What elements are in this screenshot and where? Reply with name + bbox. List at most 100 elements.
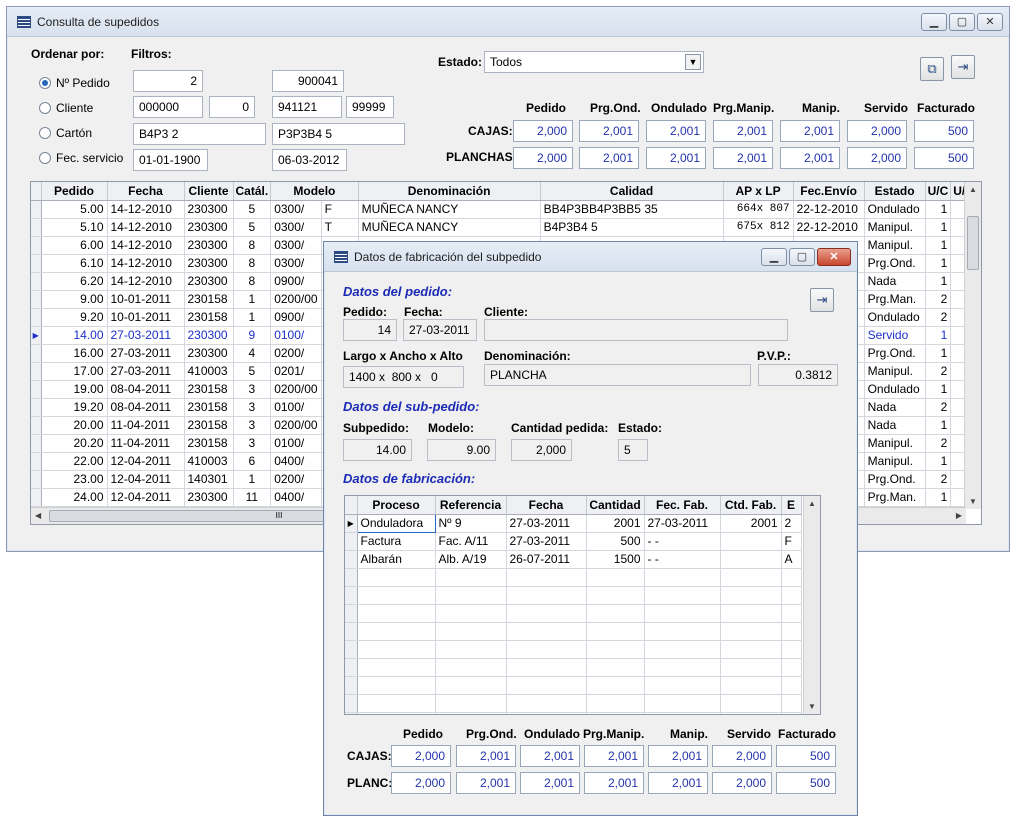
table-cell: 3 [233,398,272,417]
table-row[interactable]: 5.00 14-12-2010 230300 5 0300/F MUÑECA NANCY B… [31,200,977,219]
table-cell: 0300/ [270,236,322,255]
ordenar-label: Ordenar por: [31,47,105,61]
column-header[interactable]: Pedido [41,182,108,201]
column-header[interactable]: Cliente [184,182,234,201]
column-header[interactable]: Catál. [233,182,272,201]
radio-carton[interactable]: Cartón [39,126,92,140]
cliente-a-input[interactable]: 000000 [133,96,203,118]
minimize-button[interactable]: ▁ [761,247,787,266]
exit-door-icon[interactable]: ⇥ [810,288,834,312]
table-row[interactable]: Factura Fac. A/11 27-03-2011 500- - F [345,532,802,551]
cliente-b-input[interactable]: 0 [209,96,255,118]
radio-cliente[interactable]: Cliente [39,101,93,115]
scroll-down-icon: ▼ [808,702,816,711]
table-cell: 230300 [184,254,234,273]
table-cell: 230300 [184,236,234,255]
fecha-from-input[interactable]: 01-01-1900 [133,149,208,171]
table-cell [506,586,587,605]
table-cell [435,604,507,623]
carton-to-input[interactable]: P3P3B4 5 [272,123,405,145]
minimize-button[interactable]: ▁ [921,12,947,31]
cliente-d-input[interactable]: 99999 [346,96,394,118]
table-cell [781,586,802,605]
dt-planc-pedido: 2,000 [391,772,451,794]
pedidos-vscroll[interactable]: ▲ ▼ [964,182,981,509]
column-header[interactable]: U/C [925,182,952,201]
column-header[interactable]: Cantidad [586,496,645,515]
fecha-to-input[interactable]: 06-03-2012 [272,149,347,171]
cliente-field [484,319,788,341]
table-cell: 5 [233,218,272,237]
column-header[interactable]: Fec. Fab. [644,496,721,515]
column-header[interactable]: Modelo [270,182,359,201]
table-cell: 2 [925,290,952,309]
scroll-right-icon: ▶ [955,511,962,520]
cajas-manip: 2,001 [780,120,840,142]
table-cell: Fac. A/11 [435,532,507,551]
maximize-button[interactable]: ▢ [949,12,975,31]
new-window-icon[interactable]: ⧉ [920,57,944,81]
tot-h-ondulado: Ondulado [651,101,707,115]
estado-select[interactable]: Todos ▼ [484,51,704,73]
table-row[interactable]: 5.10 14-12-2010 230300 5 0300/T MUÑECA NANCY B… [31,218,977,237]
table-cell [781,604,802,623]
table-cell: 0100/ [270,434,322,453]
exit-door-icon[interactable]: ⇥ [951,55,975,79]
close-button[interactable]: ✕ [977,12,1003,31]
radio-pedido[interactable]: Nº Pedido [39,76,110,90]
estado-label: Estado: [438,55,483,69]
close-button[interactable]: ✕ [817,247,851,266]
fabricacion-vscroll[interactable]: ▲ ▼ [803,496,820,714]
column-header[interactable]: Proceso [357,496,436,515]
empty-row [345,622,802,641]
column-header[interactable]: Denominación [358,182,541,201]
column-header[interactable]: AP x LP [723,182,794,201]
column-header[interactable]: Referencia [435,496,507,515]
empty-row [345,568,802,587]
table-cell: 230300 [184,344,234,363]
column-header[interactable]: E [781,496,802,515]
table-cell [644,694,721,713]
table-cell: 14.00 [41,326,108,345]
table-cell [720,568,782,587]
radio-fec-servicio[interactable]: Fec. servicio [39,151,123,165]
row-indicator [31,452,42,471]
table-cell: Nada [864,398,926,417]
table-cell: 230158 [184,416,234,435]
section-datos-fabricacion: Datos de fabricación: [343,471,476,486]
table-cell: 9.20 [41,308,108,327]
table-cell [781,658,802,677]
table-cell: 5 [233,200,272,219]
column-header[interactable]: Ctd. Fab. [720,496,782,515]
cajas-servido: 2,000 [847,120,907,142]
column-header[interactable]: Calidad [540,182,724,201]
table-row[interactable]: Albarán Alb. A/19 26-07-2011 1500- - A [345,550,802,569]
planchas-prgmanip: 2,001 [713,147,773,169]
column-header[interactable]: Fec.Envío [793,182,865,201]
table-cell [506,568,587,587]
column-header[interactable]: Fecha [506,496,587,515]
modelo-field: 9.00 [427,439,496,461]
table-cell [644,658,721,677]
table-cell: 19.00 [41,380,108,399]
radio-label: Nº Pedido [56,76,110,90]
table-row[interactable]: ▶ Onduladora Nº 9 27-03-2011 2001 27-03-2011 2… [345,513,802,533]
cliente-c-input[interactable]: 941121 [272,96,342,118]
table-cell [586,622,645,641]
column-header[interactable]: Estado [864,182,926,201]
table-cell: 27-03-2011 [506,514,587,533]
column-header[interactable]: Fecha [107,182,185,201]
carton-from-input[interactable]: B4P3 2 [133,123,266,145]
table-cell: 27-03-2011 [107,362,185,381]
table-cell: T [321,218,359,237]
table-cell [357,586,436,605]
table-cell: 230300 [184,200,234,219]
dt-planc-servido: 2,000 [712,772,772,794]
pedido-to-input[interactable]: 900041 [272,70,344,92]
dt-planc-prgond: 2,001 [456,772,516,794]
table-cell [781,694,802,713]
scroll-thumb[interactable] [967,216,979,270]
section-datos-subpedido: Datos del sub-pedido: [343,399,480,414]
maximize-button[interactable]: ▢ [789,247,815,266]
pedido-from-input[interactable]: 2 [133,70,203,92]
